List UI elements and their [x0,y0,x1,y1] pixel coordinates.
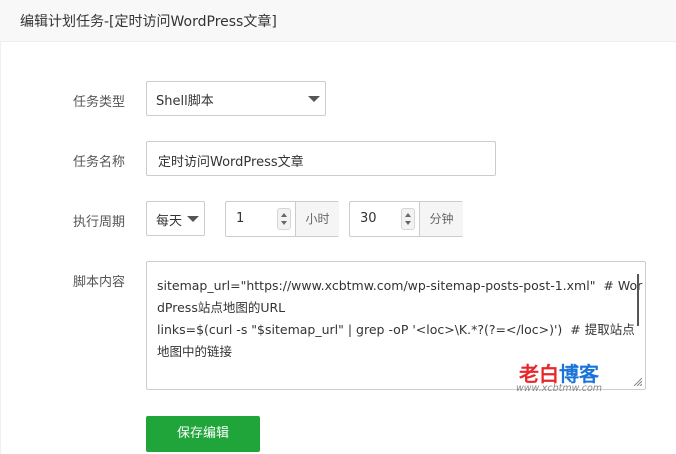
hour-unit: 小时 [295,202,339,236]
frequency-select[interactable]: 每天 [146,201,205,236]
hour-input[interactable]: 1 [236,211,244,226]
minute-unit: 分钟 [419,202,463,236]
chevron-down-icon [187,216,199,222]
chevron-down-icon [308,96,320,102]
task-type-label: 任务类型 [73,95,126,110]
dialog-titlebar: 编辑计划任务-[定时访问WordPress文章] [0,0,676,42]
period-label: 执行周期 [73,215,126,230]
spinner-up-icon[interactable] [405,213,411,217]
task-name-value: 定时访问WordPress文章 [158,155,304,170]
spinner-down-icon[interactable] [281,221,287,225]
task-name-label: 任务名称 [73,155,126,170]
spinner-down-icon[interactable] [405,221,411,225]
save-button[interactable]: 保存编辑 [146,416,260,452]
minute-input[interactable]: 30 [360,211,377,226]
watermark-logo: 老白博客 www.xcbtmw.com [516,358,612,398]
spinner-up-icon[interactable] [281,213,287,217]
minute-input-group: 30 分钟 [349,201,463,237]
hour-spinner[interactable] [277,208,291,230]
resize-handle-icon[interactable] [632,376,642,386]
task-type-value: Shell脚本 [156,94,214,109]
edit-task-dialog: 编辑计划任务-[定时访问WordPress文章] 任务类型 Shell脚本 任务… [0,0,676,454]
script-label: 脚本内容 [73,275,126,290]
task-type-select[interactable]: Shell脚本 [146,81,326,116]
hour-input-group: 1 小时 [225,201,339,237]
frequency-value: 每天 [156,214,183,229]
left-border [0,42,1,454]
dialog-title: 编辑计划任务-[定时访问WordPress文章] [20,14,277,30]
watermark-url: www.xcbtmw.com [516,383,603,394]
task-name-input[interactable]: 定时访问WordPress文章 [146,141,496,176]
minute-spinner[interactable] [401,208,415,230]
textarea-scrollbar[interactable] [637,274,639,326]
